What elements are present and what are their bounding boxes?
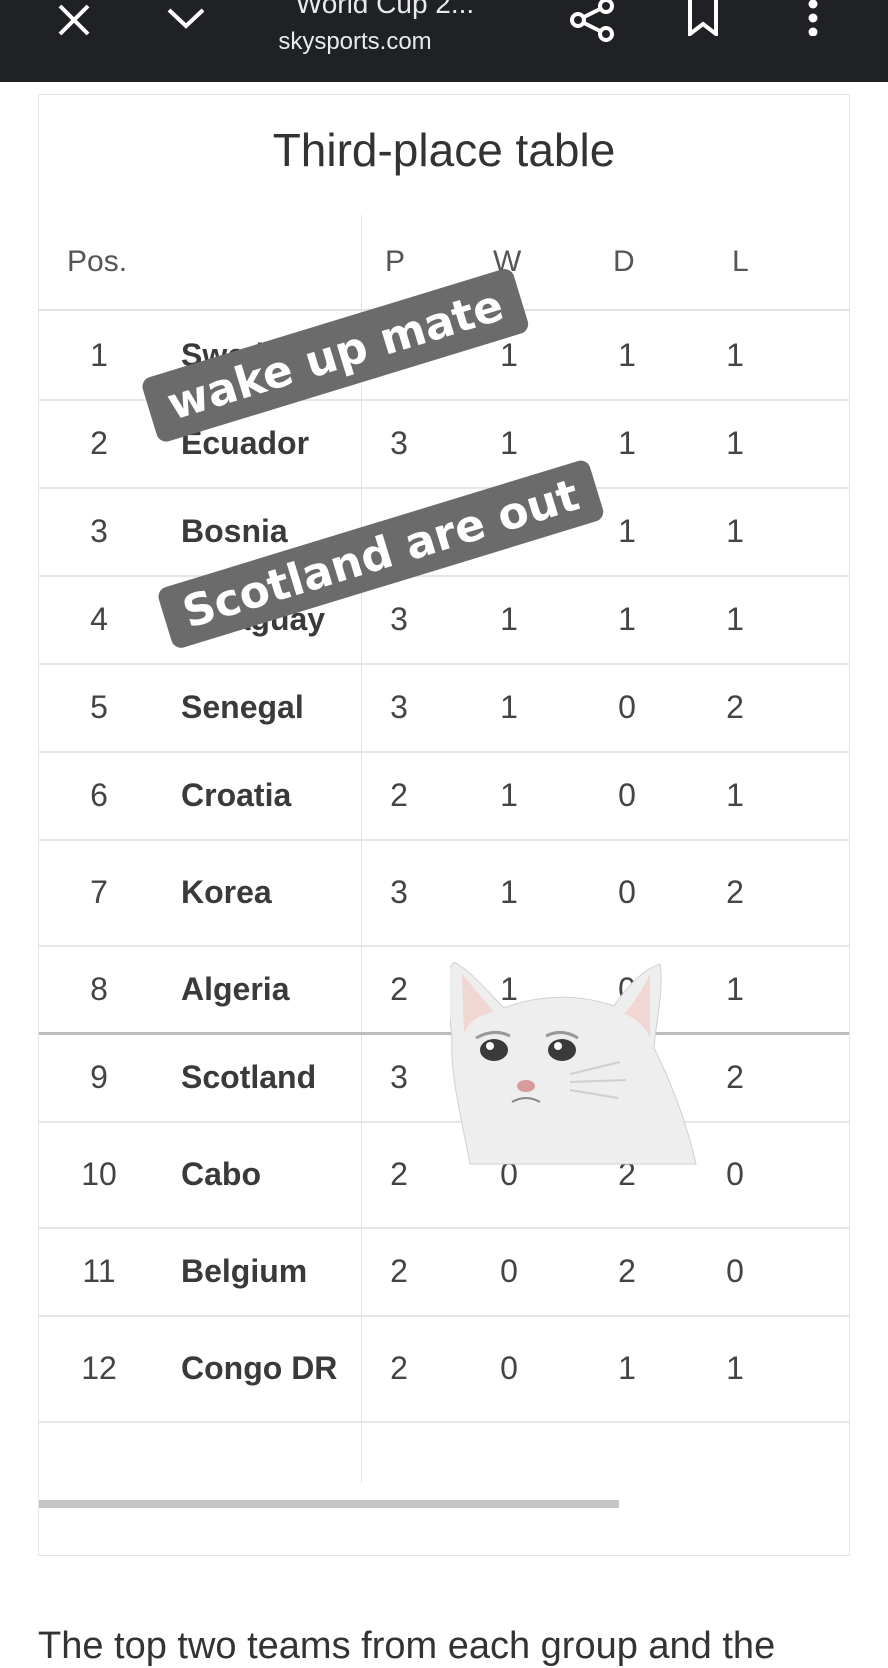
row-played: 3	[390, 874, 408, 910]
row-drawn: 1	[618, 337, 636, 373]
row-played: 3	[390, 1059, 408, 1095]
row-won: 1	[500, 689, 518, 725]
row-team: Belgium	[181, 1253, 308, 1289]
row-position: 5	[90, 689, 108, 725]
table-row: 7 Korea 3 1 0 2	[39, 841, 849, 947]
row-position: 9	[90, 1059, 108, 1095]
page-title: World Cup 2...	[295, 0, 475, 19]
article-paragraph: The top two teams from each group and th…	[38, 1625, 776, 1667]
page-url[interactable]: skysports.com	[230, 28, 480, 56]
row-drawn: 0	[618, 874, 636, 910]
row-played: 3	[390, 425, 408, 461]
row-position: 4	[90, 601, 108, 637]
row-team: Croatia	[181, 777, 292, 813]
row-won: 1	[500, 777, 518, 813]
row-position: 11	[82, 1253, 116, 1289]
row-team: Algeria	[181, 971, 290, 1007]
row-team: Korea	[181, 874, 272, 910]
chevron-down-icon[interactable]	[166, 6, 206, 32]
header-pos: Pos.	[67, 245, 128, 278]
row-played: 2	[390, 1350, 408, 1386]
row-won: 1	[500, 425, 518, 461]
row-played: 2	[390, 1156, 408, 1192]
row-lost: 1	[726, 601, 744, 637]
table-row: 6 Croatia 2 1 0 1	[39, 753, 849, 841]
row-position: 10	[81, 1156, 117, 1192]
row-team: Scotland	[181, 1059, 317, 1095]
table-row: 5 Senegal 3 1 0 2	[39, 665, 849, 753]
row-position: 7	[90, 874, 108, 910]
row-drawn: 0	[618, 689, 636, 725]
row-played: 2	[390, 1253, 408, 1289]
row-lost: 1	[726, 1350, 744, 1386]
row-drawn: 1	[618, 513, 636, 549]
row-team: Bosnia	[181, 513, 288, 549]
row-lost: 1	[726, 425, 744, 461]
header-drawn: D	[613, 245, 635, 278]
row-lost: 1	[726, 337, 744, 373]
row-played: 2	[390, 971, 408, 1007]
row-team: Senegal	[181, 689, 304, 725]
row-lost: 0	[726, 1156, 744, 1192]
row-drawn: 1	[618, 425, 636, 461]
row-won: 1	[500, 874, 518, 910]
row-played: 3	[390, 601, 408, 637]
table-title: Third-place table	[272, 124, 616, 176]
row-played: 3	[390, 689, 408, 725]
share-icon[interactable]	[570, 0, 616, 42]
table-row: 11 Belgium 2 0 2 0	[39, 1229, 849, 1317]
row-lost: 1	[726, 971, 744, 1007]
row-lost: 2	[726, 1059, 744, 1095]
more-vert-icon[interactable]	[806, 0, 820, 36]
close-icon[interactable]	[56, 2, 92, 38]
row-won: 0	[500, 1253, 518, 1289]
row-team: Congo DR	[181, 1350, 338, 1386]
row-lost: 1	[726, 777, 744, 813]
table-row: 8Algeria2101	[39, 947, 849, 1035]
row-lost: 1	[726, 513, 744, 549]
crying-cat-sticker	[450, 962, 697, 1165]
row-drawn: 1	[618, 1350, 636, 1386]
row-position: 12	[81, 1350, 117, 1386]
table-row: 9Scotland3102	[39, 1035, 849, 1123]
row-position: 8	[90, 971, 108, 1007]
header-played: P	[385, 245, 406, 278]
horizontal-scrollbar[interactable]	[39, 1500, 619, 1508]
row-lost: 0	[726, 1253, 744, 1289]
header-lost: L	[732, 245, 749, 278]
row-team: Cabo	[181, 1156, 261, 1192]
row-position: 3	[90, 513, 108, 549]
row-lost: 2	[726, 689, 744, 725]
table-row: 10 Cabo 2 0 2 0	[39, 1123, 849, 1229]
row-drawn: 1	[618, 601, 636, 637]
row-position: 1	[90, 337, 108, 373]
table-row: 12 Congo DR 2 0 1 1	[39, 1317, 849, 1423]
row-drawn: 2	[618, 1253, 636, 1289]
row-lost: 2	[726, 874, 744, 910]
row-won: 0	[500, 1350, 518, 1386]
row-won: 1	[500, 601, 518, 637]
row-position: 6	[90, 777, 108, 813]
row-position: 2	[90, 425, 108, 461]
row-played: 2	[390, 777, 408, 813]
row-drawn: 0	[618, 777, 636, 813]
browser-toolbar: World Cup 2... skysports.com	[0, 0, 888, 82]
bookmark-icon[interactable]	[686, 0, 720, 36]
